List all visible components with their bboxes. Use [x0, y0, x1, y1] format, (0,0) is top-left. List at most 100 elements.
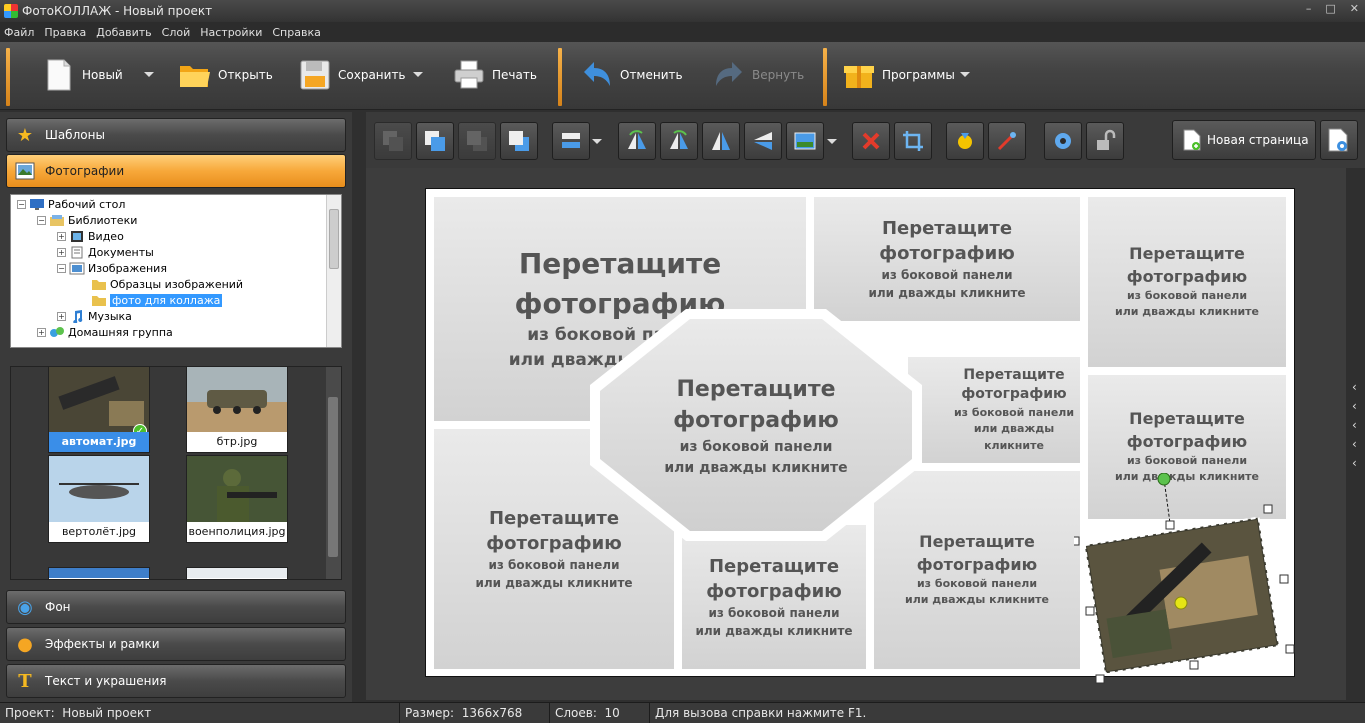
- menu-settings[interactable]: Настройки: [200, 26, 262, 39]
- gift-box-icon: [844, 66, 874, 88]
- expand-icon[interactable]: +: [37, 327, 46, 337]
- tree-scrollbar[interactable]: [326, 195, 341, 347]
- redo-button[interactable]: Вернуть: [712, 52, 804, 98]
- tree-item-music[interactable]: + Музыка: [57, 308, 132, 324]
- delete-button[interactable]: [852, 122, 890, 160]
- resize-handle[interactable]: [1165, 520, 1175, 530]
- save-button[interactable]: Сохранить: [298, 52, 406, 98]
- programs-button[interactable]: Программы: [842, 52, 955, 98]
- menu-layer[interactable]: Слой: [162, 26, 191, 39]
- send-backward-button[interactable]: [458, 122, 496, 160]
- tree-item-collage-photos[interactable]: фото для коллажа: [91, 292, 223, 308]
- print-button[interactable]: Печать: [452, 52, 537, 98]
- folder-tree[interactable]: − Рабочий стол − Библиотеки + Видео + До…: [10, 194, 342, 348]
- programs-dropdown-icon[interactable]: [960, 72, 970, 77]
- resize-handle[interactable]: [1085, 606, 1095, 616]
- flip-horizontal-button[interactable]: [702, 122, 740, 160]
- menu-file[interactable]: Файл: [4, 26, 34, 39]
- window-title: ФотоКОЛЛАЖ - Новый проект: [22, 4, 213, 18]
- mask-button[interactable]: [946, 122, 984, 160]
- undo-button[interactable]: Отменить: [580, 52, 683, 98]
- chevron-left-icon[interactable]: ‹: [1352, 416, 1357, 435]
- fit-button[interactable]: [786, 122, 824, 160]
- photo-placeholder[interactable]: Перетащите фотографию из боковой панели …: [908, 357, 1080, 463]
- menu-add[interactable]: Добавить: [96, 26, 151, 39]
- tree-item-video[interactable]: + Видео: [57, 228, 124, 244]
- thumbnail-card[interactable]: [48, 567, 150, 579]
- new-page-button[interactable]: Новая страница: [1172, 120, 1316, 160]
- magic-wand-icon: [997, 132, 1016, 151]
- tree-item-documents[interactable]: + Документы: [57, 244, 154, 260]
- settings-button[interactable]: [1044, 122, 1082, 160]
- desktop-icon: [30, 198, 44, 210]
- lock-button[interactable]: [1086, 122, 1124, 160]
- thumbnails-scrollbar[interactable]: [326, 367, 341, 579]
- rotate-right-button[interactable]: [660, 122, 698, 160]
- chevron-left-icon[interactable]: ‹: [1352, 435, 1357, 454]
- bring-forward-button[interactable]: [416, 122, 454, 160]
- rotate-left-button[interactable]: [618, 122, 656, 160]
- thumbnail-card[interactable]: ✓ автомат.jpg: [48, 367, 150, 453]
- photo-placeholder[interactable]: Перетащите фотографию из боковой панели …: [682, 525, 866, 669]
- resize-handle[interactable]: [1074, 536, 1080, 546]
- bring-to-front-button[interactable]: [374, 122, 412, 160]
- tree-item-sample-images[interactable]: Образцы изображений: [91, 276, 243, 292]
- close-icon[interactable]: ✕: [1350, 2, 1359, 15]
- right-panel-toggle[interactable]: ‹ ‹ ‹ ‹ ‹: [1352, 378, 1357, 473]
- collapse-icon[interactable]: −: [37, 215, 46, 225]
- align-button[interactable]: [552, 122, 590, 160]
- send-to-back-button[interactable]: [500, 122, 538, 160]
- effects-section[interactable]: ● Эффекты и рамки: [6, 627, 346, 661]
- minimize-icon[interactable]: –: [1306, 2, 1312, 15]
- expand-icon[interactable]: +: [57, 247, 66, 257]
- open-button[interactable]: Открыть: [178, 52, 273, 98]
- thumbnail-card[interactable]: военполиция.jpg: [186, 455, 288, 543]
- resize-handle[interactable]: [1263, 504, 1273, 514]
- photo-placeholder[interactable]: Перетащите фотографию из боковой панели …: [814, 197, 1080, 321]
- align-dropdown-icon[interactable]: [592, 139, 602, 144]
- photo-placeholder[interactable]: Перетащите фотографию из боковой панели …: [1088, 197, 1286, 367]
- resize-handle[interactable]: [1279, 574, 1289, 584]
- crop-button[interactable]: [894, 122, 932, 160]
- folder-icon: [92, 279, 106, 290]
- menu-edit[interactable]: Правка: [44, 26, 86, 39]
- placeholder-hint: или дважды кликните: [868, 286, 1026, 301]
- effects-button[interactable]: [988, 122, 1026, 160]
- toolbar-separator: [558, 48, 562, 106]
- chevron-left-icon[interactable]: ‹: [1352, 378, 1357, 397]
- scrollbar-thumb[interactable]: [329, 209, 339, 269]
- page-settings-button[interactable]: [1320, 120, 1358, 160]
- templates-section[interactable]: ★ Шаблоны: [6, 118, 346, 152]
- background-section[interactable]: ◉ Фон: [6, 590, 346, 624]
- resize-handle[interactable]: [1095, 674, 1105, 684]
- resize-handle[interactable]: [1285, 644, 1295, 654]
- expand-icon[interactable]: +: [57, 231, 66, 241]
- chevron-left-icon[interactable]: ‹: [1352, 397, 1357, 416]
- menu-help[interactable]: Справка: [272, 26, 320, 39]
- new-button[interactable]: Новый: [42, 52, 123, 98]
- photo-placeholder[interactable]: Перетащите фотографию из боковой панели …: [626, 359, 886, 495]
- collapse-icon[interactable]: −: [57, 263, 66, 273]
- resize-handle[interactable]: [1189, 660, 1199, 670]
- scrollbar-thumb[interactable]: [328, 397, 338, 557]
- tree-item-desktop[interactable]: − Рабочий стол: [17, 196, 125, 212]
- tree-item-homegroup[interactable]: + Домашняя группа: [37, 324, 173, 340]
- maximize-icon[interactable]: □: [1325, 2, 1335, 15]
- thumbnail-card[interactable]: вертолёт.jpg: [48, 455, 150, 543]
- thumbnail-card[interactable]: бтр.jpg: [186, 367, 288, 453]
- fit-dropdown-icon[interactable]: [827, 139, 837, 144]
- thumbnail-card[interactable]: [186, 567, 288, 579]
- collage-page[interactable]: Перетащите фотографию из боковой панели …: [425, 188, 1295, 684]
- save-dropdown-icon[interactable]: [413, 72, 423, 77]
- pivot-handle-icon[interactable]: [1174, 596, 1188, 610]
- collapse-icon[interactable]: −: [17, 199, 26, 209]
- chevron-left-icon[interactable]: ‹: [1352, 454, 1357, 473]
- tree-item-libraries[interactable]: − Библиотеки: [37, 212, 137, 228]
- flip-vertical-button[interactable]: [744, 122, 782, 160]
- text-section[interactable]: T Текст и украшения: [6, 664, 346, 698]
- new-dropdown-icon[interactable]: [144, 72, 154, 77]
- expand-icon[interactable]: +: [57, 311, 66, 321]
- photos-section[interactable]: Фотографии: [6, 154, 346, 188]
- tree-item-images[interactable]: − Изображения: [57, 260, 167, 276]
- rotate-handle-icon[interactable]: [1157, 473, 1171, 486]
